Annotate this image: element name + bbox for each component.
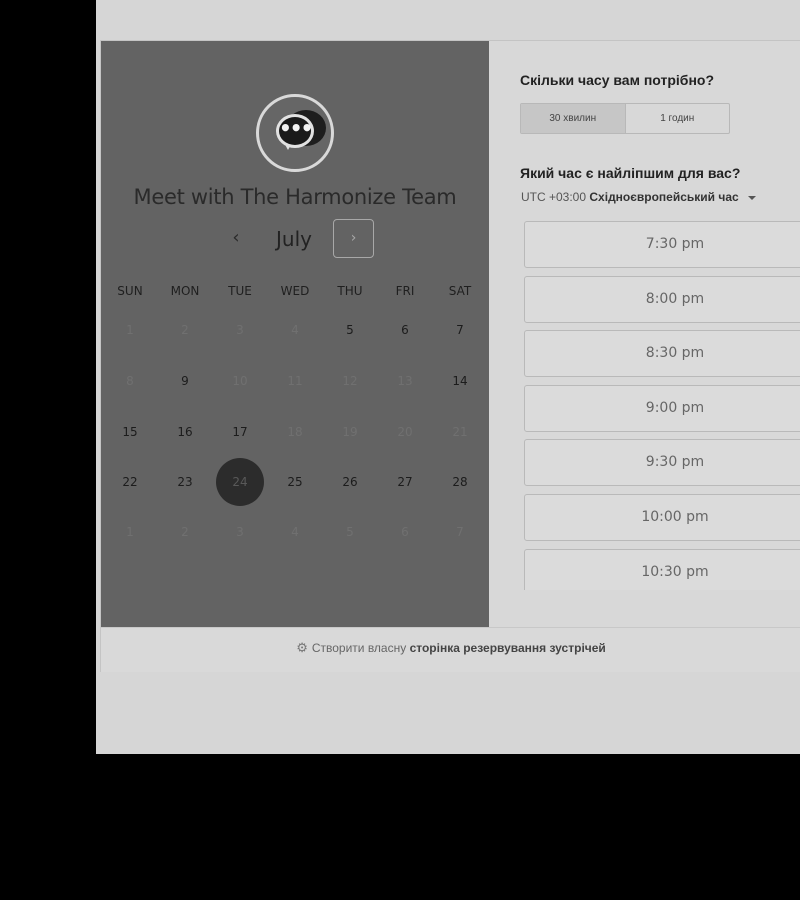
time-slot-button[interactable]: 7:30 pm <box>524 221 800 268</box>
calendar-day: 20 <box>397 425 413 439</box>
time-slot-label: 10:00 pm <box>641 509 709 525</box>
calendar-day: 6 <box>401 525 409 539</box>
calendar-day: 18 <box>287 425 303 439</box>
timezone-offset: UTC +03:00 <box>521 190 587 204</box>
time-slot-button[interactable]: 10:00 pm <box>524 494 800 541</box>
calendar-day[interactable]: 28 <box>436 458 484 506</box>
footer-prefix: Створити власну <box>311 641 407 655</box>
calendar-day: 11 <box>287 374 303 388</box>
prev-month-button[interactable]: ‹ <box>226 226 246 250</box>
duration-option-1-hour[interactable]: 1 годин <box>626 104 730 133</box>
weekday-header: SUN MON TUE WED THU FRI SAT <box>101 283 489 299</box>
calendar-day: 3 <box>236 525 244 539</box>
calendar-grid: 1 2 3 4 5 6 7 8 9 10 11 12 13 14 15 16 17 18 19 20 21 22 23 24 2… <box>101 307 489 567</box>
calendar-day[interactable]: 7 <box>436 306 484 354</box>
caret-down-icon <box>748 195 757 200</box>
time-slot-list[interactable]: 7:30 pm 8:00 pm 8:30 pm 9:00 pm 9:30 pm 10:00… <box>524 221 800 590</box>
weekday-label: TUE <box>228 284 252 298</box>
weekday-label: SUN <box>117 284 143 298</box>
calendar-day: 21 <box>452 425 468 439</box>
weekday-label: SAT <box>448 284 472 298</box>
time-slot-button[interactable]: 8:30 pm <box>524 330 800 378</box>
time-slot-label: 10:30 pm <box>641 563 709 580</box>
timezone-selector[interactable]: UTC +03:00 Східноєвропейський час <box>521 189 757 205</box>
timezone-name: Східноєвропейський час <box>589 190 739 204</box>
calendar-day: 10 <box>232 374 248 388</box>
calendar-day-selected[interactable]: 24 <box>216 458 264 506</box>
meeting-title: Meet with The Harmonize Team <box>133 185 457 209</box>
calendar-day[interactable]: 27 <box>381 458 429 506</box>
calendar-day: 2 <box>181 525 189 539</box>
time-slot-button[interactable]: 9:00 pm <box>524 384 800 432</box>
time-slot-label: 7:30 pm <box>645 236 705 252</box>
calendar-day[interactable]: 22 <box>106 458 154 506</box>
time-question: Який час є найліпшим для вас? <box>520 165 741 181</box>
time-slot-label: 9:00 pm <box>645 399 705 416</box>
duration-question: Скільки часу вам потрібно? <box>520 72 715 88</box>
calendar-day[interactable]: 15 <box>106 408 154 456</box>
calendar-day: 1 <box>126 323 134 337</box>
calendar-day[interactable]: 6 <box>381 306 429 354</box>
calendar-day[interactable]: 9 <box>161 357 209 405</box>
weekday-label: WED <box>280 284 310 298</box>
calendar-day: 19 <box>342 425 358 439</box>
calendar-day[interactable]: 17 <box>216 408 264 456</box>
duration-toggle: 30 хвилин 1 годин <box>520 103 730 134</box>
time-slot-label: 8:00 pm <box>645 290 705 307</box>
calendar-day: 8 <box>126 374 134 388</box>
next-month-button[interactable]: › <box>333 219 374 258</box>
time-slot-label: 8:30 pm <box>645 345 705 362</box>
calendar-day: 1 <box>126 525 134 539</box>
month-label: July <box>276 227 312 251</box>
booking-widget: ••• Meet with The Harmonize Team ‹ July … <box>100 40 800 672</box>
time-slot-button[interactable]: 8:00 pm <box>524 275 800 323</box>
calendar-day: 3 <box>236 323 244 337</box>
time-slot-button[interactable]: 10:30 pm <box>524 548 800 590</box>
weekday-label: THU <box>337 284 363 298</box>
calendar-panel: ••• Meet with The Harmonize Team ‹ July … <box>101 41 489 627</box>
calendar-day: 2 <box>181 323 189 337</box>
calendar-day[interactable]: 26 <box>326 458 374 506</box>
calendar-day[interactable]: 14 <box>436 357 484 405</box>
calendar-day: 4 <box>291 323 299 337</box>
calendar-day: 12 <box>342 374 358 388</box>
calendar-day: 4 <box>291 525 299 539</box>
weekday-label: FRI <box>395 284 415 298</box>
chat-bubble-icon: ••• <box>276 114 314 148</box>
sprocket-icon: ⚙ <box>296 640 308 655</box>
time-selection-panel: Скільки часу вам потрібно? 30 хвилин 1 г… <box>489 41 800 627</box>
footer-bold-text: сторінка резервування зустрічей <box>409 641 606 655</box>
calendar-day: 7 <box>456 525 464 539</box>
duration-option-30-min[interactable]: 30 хвилин <box>521 104 626 133</box>
team-logo: ••• <box>256 94 334 172</box>
footer-link[interactable]: ⚙ Створити власну сторінка резервування з… <box>101 627 800 672</box>
calendar-day[interactable]: 5 <box>326 306 374 354</box>
weekday-label: MON <box>170 284 200 298</box>
calendar-day[interactable]: 16 <box>161 408 209 456</box>
calendar-day[interactable]: 25 <box>271 458 319 506</box>
time-slot-button[interactable]: 9:30 pm <box>524 439 800 487</box>
calendar-day[interactable]: 23 <box>161 458 209 506</box>
calendar-day: 5 <box>346 525 354 539</box>
time-slot-label: 9:30 pm <box>645 454 705 471</box>
calendar-day: 13 <box>397 374 413 388</box>
